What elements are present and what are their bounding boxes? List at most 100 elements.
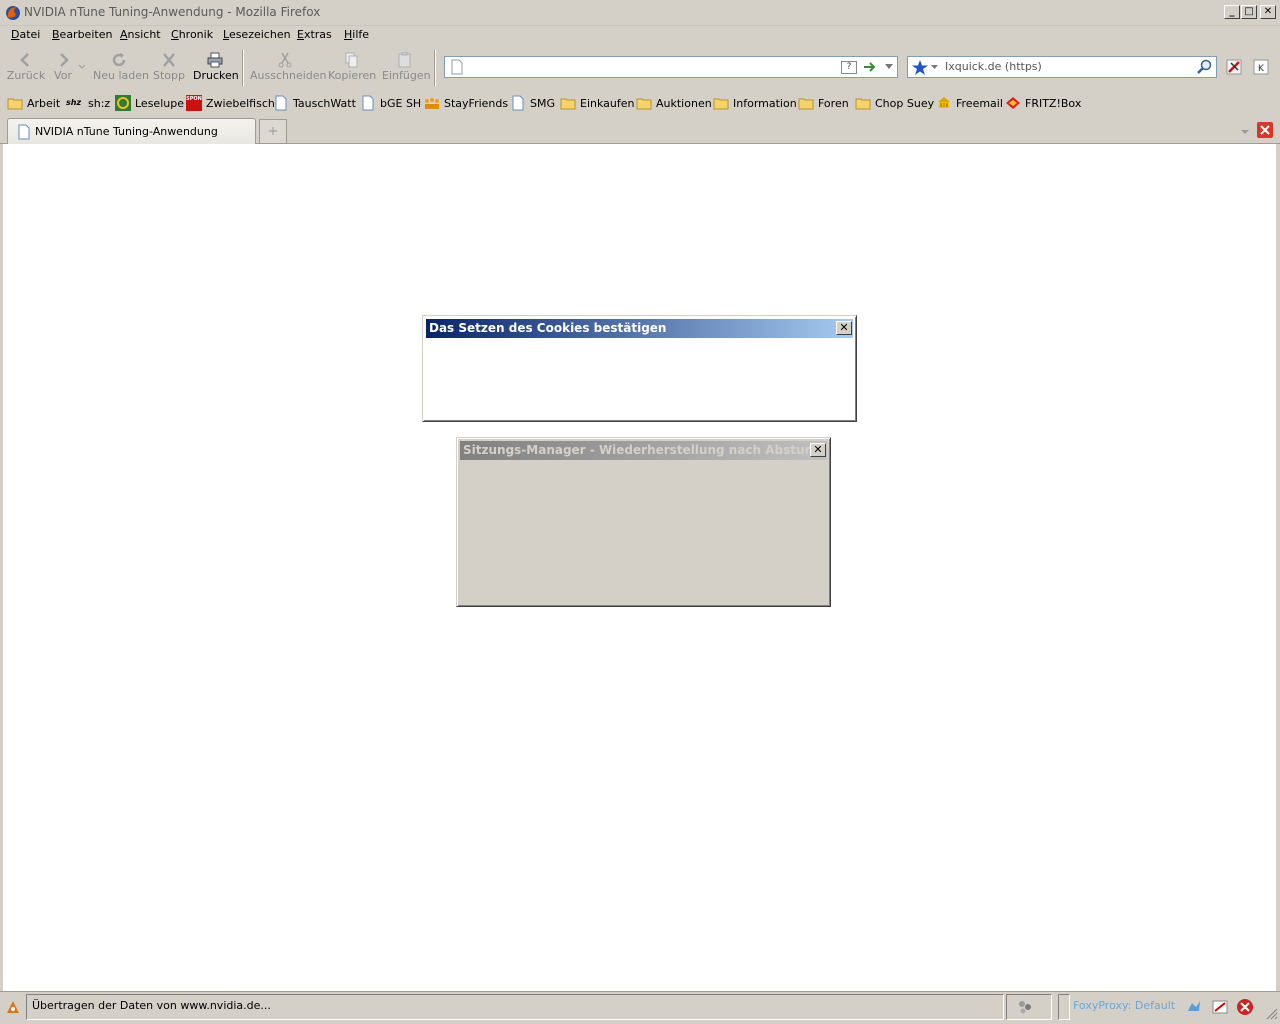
- cookie-confirmation-dialog[interactable]: Das Setzen des Cookies bestätigen ✕: [422, 315, 857, 422]
- addon-red-icon[interactable]: [1226, 59, 1242, 75]
- back-button[interactable]: Zurück: [6, 50, 46, 86]
- dialog-titlebar[interactable]: Sitzungs-Manager - Wiederherstellung nac…: [460, 441, 827, 460]
- bookmark-leselupe[interactable]: Leselupe: [115, 94, 184, 112]
- bookmark-label: Foren: [818, 96, 849, 110]
- bookmark-einkaufen[interactable]: Einkaufen: [560, 94, 634, 112]
- bookmark-label: Einkaufen: [580, 96, 635, 110]
- minimize-button[interactable]: _: [1224, 5, 1240, 19]
- search-icon[interactable]: [1196, 59, 1212, 75]
- bookmark-auktionen[interactable]: Auktionen: [636, 94, 712, 112]
- status-panel-indicator[interactable]: [1006, 994, 1052, 1020]
- bookmark-shz[interactable]: shz sh:z: [66, 94, 110, 112]
- bookmark-bge-sh[interactable]: bGE SH: [360, 94, 421, 112]
- maximize-button[interactable]: □: [1241, 5, 1257, 19]
- printer-icon: [207, 52, 223, 68]
- addon-k-icon[interactable]: K: [1253, 59, 1269, 75]
- dialog-close-button[interactable]: ✕: [836, 321, 852, 335]
- toolbar-separator: [434, 50, 436, 86]
- folder-icon: [713, 98, 729, 110]
- paste-icon: [398, 52, 411, 68]
- bookmark-smg[interactable]: SMG: [510, 94, 555, 112]
- firefox-fox-icon[interactable]: [5, 999, 21, 1015]
- dialog-title: Sitzungs-Manager - Wiederherstellung nac…: [463, 443, 818, 457]
- fritzbox-icon: [1006, 97, 1020, 109]
- bookmark-label: Auktionen: [656, 96, 712, 110]
- paste-label: Einfügen: [382, 69, 431, 82]
- menu-chronik[interactable]: Chronik: [171, 28, 213, 41]
- reload-icon: [112, 53, 126, 67]
- bookmark-tauschwatt[interactable]: TauschWatt: [273, 94, 356, 112]
- reload-button[interactable]: Neu laden: [93, 50, 149, 86]
- bookmark-label: sh:z: [88, 96, 111, 110]
- menu-datei[interactable]: Datei: [11, 28, 40, 41]
- plus-icon: [269, 127, 277, 135]
- bookmark-foren[interactable]: Foren: [798, 94, 849, 112]
- forward-label: Vor: [54, 69, 72, 82]
- close-tab-icon[interactable]: [1257, 122, 1273, 138]
- cut-label: Ausschneiden: [250, 69, 327, 82]
- noscript-icon[interactable]: [1236, 998, 1254, 1016]
- copy-label: Kopieren: [328, 69, 377, 82]
- tab-label: NVIDIA nTune Tuning-Anwendung: [35, 125, 218, 138]
- bookmark-label: Zwiebelfisch: [206, 96, 275, 110]
- arrow-left-icon: [20, 53, 29, 67]
- new-tab-button[interactable]: [259, 119, 287, 143]
- dialog-titlebar[interactable]: Das Setzen des Cookies bestätigen: [426, 319, 853, 338]
- paste-button[interactable]: Einfügen: [382, 50, 431, 86]
- tab-list-dropdown-icon[interactable]: [1237, 124, 1253, 138]
- url-bar[interactable]: ?: [444, 56, 898, 78]
- foxyproxy-status[interactable]: FoxyProxy: Default: [1073, 999, 1175, 1012]
- help-icon[interactable]: ?: [841, 61, 857, 74]
- addon-status-icon[interactable]: [1212, 999, 1228, 1015]
- copy-icon: [345, 52, 358, 68]
- bookmark-label: TauschWatt: [293, 96, 356, 110]
- dialog-title: Das Setzen des Cookies bestätigen: [429, 321, 667, 335]
- chevron-down-icon[interactable]: [885, 64, 893, 70]
- copy-button[interactable]: Kopieren: [328, 50, 377, 86]
- resize-grip-icon[interactable]: [1264, 1006, 1278, 1020]
- firefox-logo-icon: [6, 6, 20, 20]
- search-bar[interactable]: Ixquick.de (https): [907, 56, 1217, 78]
- leselupe-icon: [115, 95, 131, 111]
- bookmark-information[interactable]: Information: [713, 94, 797, 112]
- bookmark-freemail[interactable]: Freemail: [936, 94, 1003, 112]
- bookmark-label: FRITZ!Box: [1025, 96, 1082, 110]
- session-manager-dialog[interactable]: Sitzungs-Manager - Wiederherstellung nac…: [456, 437, 831, 607]
- bookmark-label: Freemail: [956, 96, 1003, 110]
- bookmark-chop-suey[interactable]: Chop Suey: [855, 94, 934, 112]
- search-input[interactable]: Ixquick.de (https): [945, 60, 1042, 73]
- bookmark-zwiebelfisch[interactable]: SPON Zwiebelfisch: [186, 94, 275, 112]
- bookmark-label: SMG: [530, 96, 555, 110]
- menu-bearbeiten[interactable]: Bearbeiten: [52, 28, 112, 41]
- page-icon: [451, 59, 463, 75]
- stop-button[interactable]: Stopp: [153, 50, 185, 86]
- menu-hilfe[interactable]: Hilfe: [344, 28, 369, 41]
- bookmark-label: StayFriends: [444, 96, 509, 110]
- stayfriends-icon: [425, 98, 439, 109]
- print-button[interactable]: Drucken: [193, 50, 239, 86]
- bookmark-fritzbox[interactable]: FRITZ!Box: [1005, 94, 1081, 112]
- folder-icon: [855, 98, 871, 110]
- dialog-close-button[interactable]: ✕: [810, 443, 826, 457]
- status-bar: Übertragen der Daten von www.nvidia.de..…: [0, 991, 1280, 1024]
- forward-button[interactable]: Vor: [50, 50, 76, 86]
- foxyproxy-fox-icon[interactable]: [1186, 999, 1202, 1015]
- window-titlebar[interactable]: NVIDIA nTune Tuning-Anwendung - Mozilla …: [0, 0, 1280, 26]
- folder-icon: [798, 98, 814, 110]
- go-arrow-icon[interactable]: [863, 60, 877, 74]
- chevron-down-icon[interactable]: [931, 65, 938, 70]
- bookmark-label: Information: [733, 96, 797, 110]
- url-input[interactable]: [469, 57, 839, 77]
- freemail-icon: [938, 97, 950, 108]
- tab-nvidia-ntune[interactable]: NVIDIA nTune Tuning-Anwendung: [7, 118, 256, 144]
- bookmark-arbeit[interactable]: Arbeit: [7, 94, 60, 112]
- status-text: Übertragen der Daten von www.nvidia.de..…: [32, 999, 271, 1012]
- cut-button[interactable]: Ausschneiden: [250, 50, 327, 86]
- menu-lesezeichen[interactable]: Lesezeichen: [223, 28, 291, 41]
- close-window-button[interactable]: ✕: [1260, 5, 1276, 19]
- bookmark-stayfriends[interactable]: StayFriends: [424, 94, 508, 112]
- search-engine-star-icon[interactable]: [911, 59, 929, 76]
- menu-extras[interactable]: Extras: [297, 28, 332, 41]
- menu-ansicht[interactable]: Ansicht: [120, 28, 161, 41]
- bookmarks-toolbar: Arbeit shz sh:z Leselupe SPON Zwiebelfis…: [0, 90, 1280, 114]
